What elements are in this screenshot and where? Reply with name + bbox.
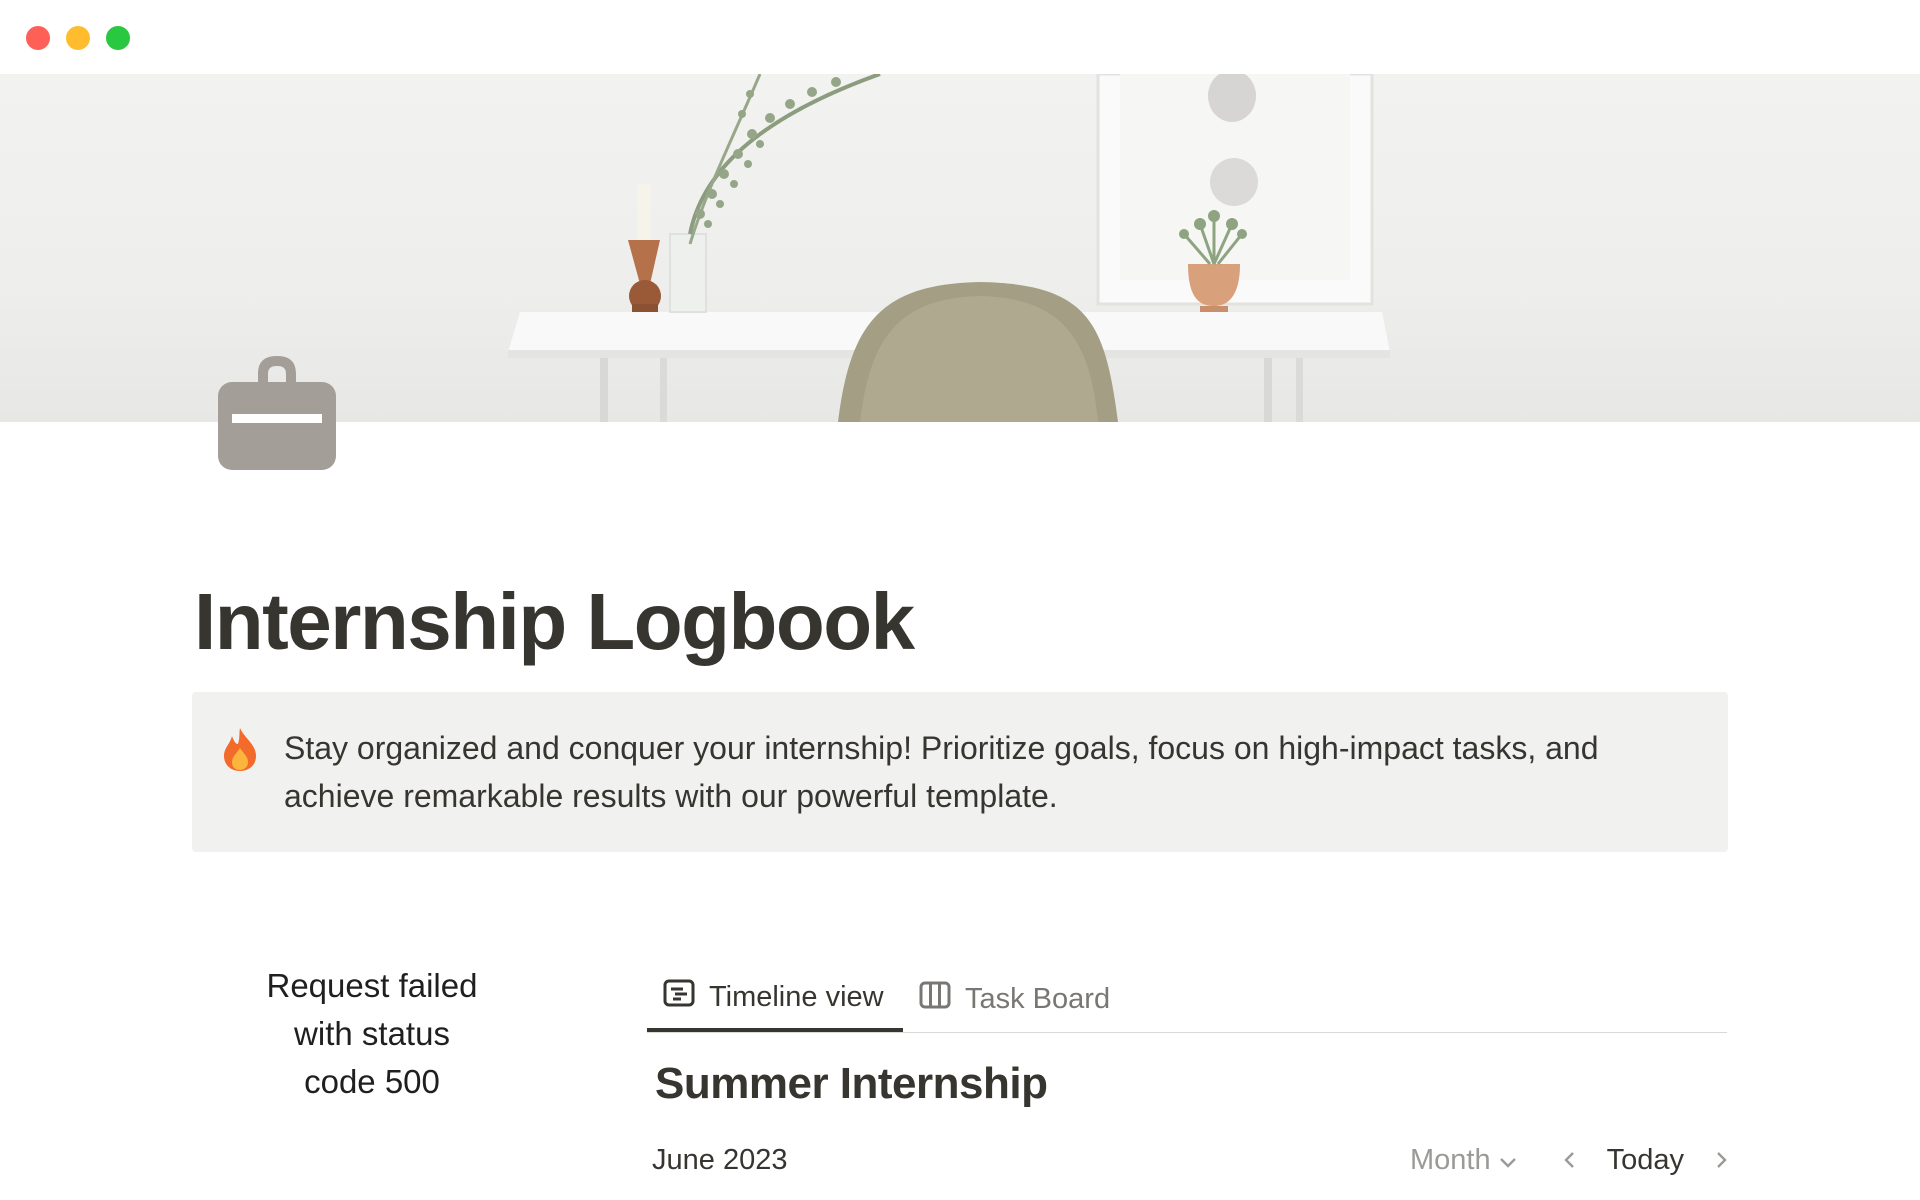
tab-label: Timeline view xyxy=(709,980,884,1013)
timeline-icon xyxy=(663,979,695,1015)
callout-block: Stay organized and conquer your internsh… xyxy=(192,692,1728,852)
today-button[interactable]: Today xyxy=(1607,1140,1684,1180)
database-title[interactable]: Summer Internship xyxy=(655,1052,1048,1116)
calendar-view-select[interactable]: Month xyxy=(1410,1140,1517,1180)
chevron-down-icon xyxy=(1499,1140,1517,1180)
callout-text[interactable]: Stay organized and conquer your internsh… xyxy=(284,724,1684,820)
minimize-window-button[interactable] xyxy=(66,26,90,50)
board-icon xyxy=(919,981,951,1017)
database-view-tabs: Timeline view Task Board xyxy=(647,966,1727,1033)
close-window-button[interactable] xyxy=(26,26,50,50)
next-month-button[interactable] xyxy=(1710,1151,1734,1169)
fire-icon[interactable] xyxy=(220,726,260,772)
window-titlebar xyxy=(0,0,1920,74)
view-select-label: Month xyxy=(1410,1144,1491,1176)
embed-error-message: Request failed with status code 500 xyxy=(266,967,478,1100)
page-title[interactable]: Internship Logbook xyxy=(194,572,915,672)
calendar-controls: Month Today xyxy=(1410,1140,1734,1180)
previous-month-button[interactable] xyxy=(1557,1151,1581,1169)
tab-label: Task Board xyxy=(965,982,1111,1015)
maximize-window-button[interactable] xyxy=(106,26,130,50)
calendar-month-label: June 2023 xyxy=(652,1144,788,1176)
tab-task-board[interactable]: Task Board xyxy=(903,966,1126,1032)
tab-timeline-view[interactable]: Timeline view xyxy=(647,966,903,1032)
briefcase-icon[interactable] xyxy=(216,354,338,472)
